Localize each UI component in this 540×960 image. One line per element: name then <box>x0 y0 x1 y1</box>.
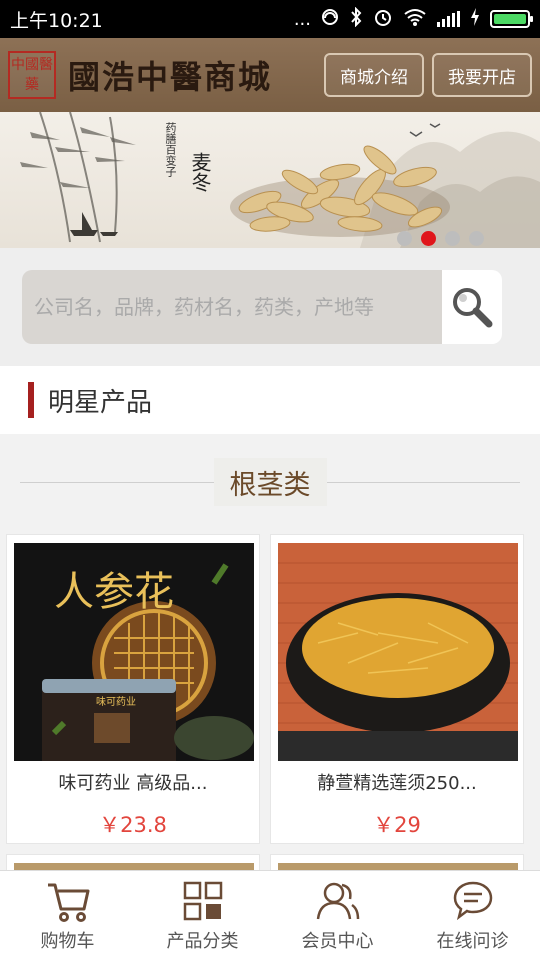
jar-label: 味可药业 <box>96 696 136 708</box>
wifi-icon <box>403 8 427 31</box>
alarm-icon <box>373 7 393 32</box>
signal-icon <box>437 11 460 27</box>
product-image-text: 人参花 <box>54 569 174 615</box>
open-shop-button[interactable]: 我要开店 <box>432 53 532 97</box>
chat-icon <box>453 881 492 920</box>
banner-illustration <box>20 112 540 248</box>
status-icons: ... <box>293 6 533 32</box>
carousel-dot[interactable] <box>445 231 460 246</box>
carousel-dot[interactable] <box>469 231 484 246</box>
divider-right <box>326 481 520 483</box>
search-icon <box>453 288 493 328</box>
header-buttons: 商城介绍 我要开店 <box>324 53 532 97</box>
product-image <box>278 543 518 761</box>
search-area <box>0 248 540 366</box>
banner-vertical-caption: 药膳百变子 <box>164 122 177 177</box>
carousel-dot[interactable] <box>397 231 412 246</box>
charging-icon <box>470 7 480 31</box>
nav-categories[interactable]: 产品分类 <box>135 871 270 960</box>
more-dots: ... <box>293 8 311 30</box>
store-intro-button[interactable]: 商城介绍 <box>324 53 424 97</box>
bottom-nav: 购物车 产品分类 会员中心 在线问诊 <box>0 870 540 960</box>
carousel-dot-active[interactable] <box>421 231 436 246</box>
search-box <box>22 270 502 344</box>
product-image: 人参花 味可药业 <box>14 543 254 761</box>
nav-consult-label: 在线问诊 <box>436 930 509 952</box>
search-input[interactable] <box>22 270 442 344</box>
product-title: 味可药业 高级品... <box>58 773 208 794</box>
headset-icon <box>321 8 339 31</box>
divider-left <box>20 481 214 483</box>
app-header: 中國醫藥 國浩中醫商城 商城介绍 我要开店 <box>0 38 540 112</box>
nav-cart[interactable]: 购物车 <box>0 871 135 960</box>
featured-section-header: 明星产品 <box>0 366 540 434</box>
store-title: 國浩中醫商城 <box>68 58 273 96</box>
users-icon <box>316 882 359 919</box>
banner-product-name: 麦冬 <box>188 152 212 192</box>
cart-icon <box>47 883 89 922</box>
nav-online-consult[interactable]: 在线问诊 <box>405 871 540 960</box>
section-accent-bar <box>28 382 34 418</box>
grid-icon <box>183 881 222 920</box>
product-price: ￥23.8 <box>99 813 167 837</box>
nav-cart-label: 购物车 <box>40 930 95 952</box>
battery-icon <box>490 10 533 28</box>
bluetooth-icon <box>349 6 363 32</box>
status-bar: 上午10:21 ... <box>0 0 540 38</box>
nav-categories-label: 产品分类 <box>166 930 239 952</box>
logo-seal: 中國醫藥 <box>8 51 56 99</box>
promo-banner[interactable]: 药膳百变子 麦冬 <box>0 112 540 248</box>
search-button[interactable] <box>442 270 502 344</box>
category-header: 根茎类 <box>20 458 520 506</box>
product-price: ￥29 <box>373 813 421 837</box>
status-time: 上午10:21 <box>10 9 103 32</box>
nav-member-label: 会员中心 <box>301 930 374 952</box>
product-title: 静萱精选莲须250... <box>317 773 477 794</box>
section-title: 明星产品 <box>48 387 153 418</box>
category-name[interactable]: 根茎类 <box>213 458 327 506</box>
product-card[interactable]: 人参花 味可药业 味可药业 高级品... ￥23.8 <box>6 534 260 844</box>
carousel-indicators <box>397 231 484 246</box>
product-card[interactable]: 静萱精选莲须250... ￥29 <box>270 534 524 844</box>
nav-member-center[interactable]: 会员中心 <box>270 871 405 960</box>
